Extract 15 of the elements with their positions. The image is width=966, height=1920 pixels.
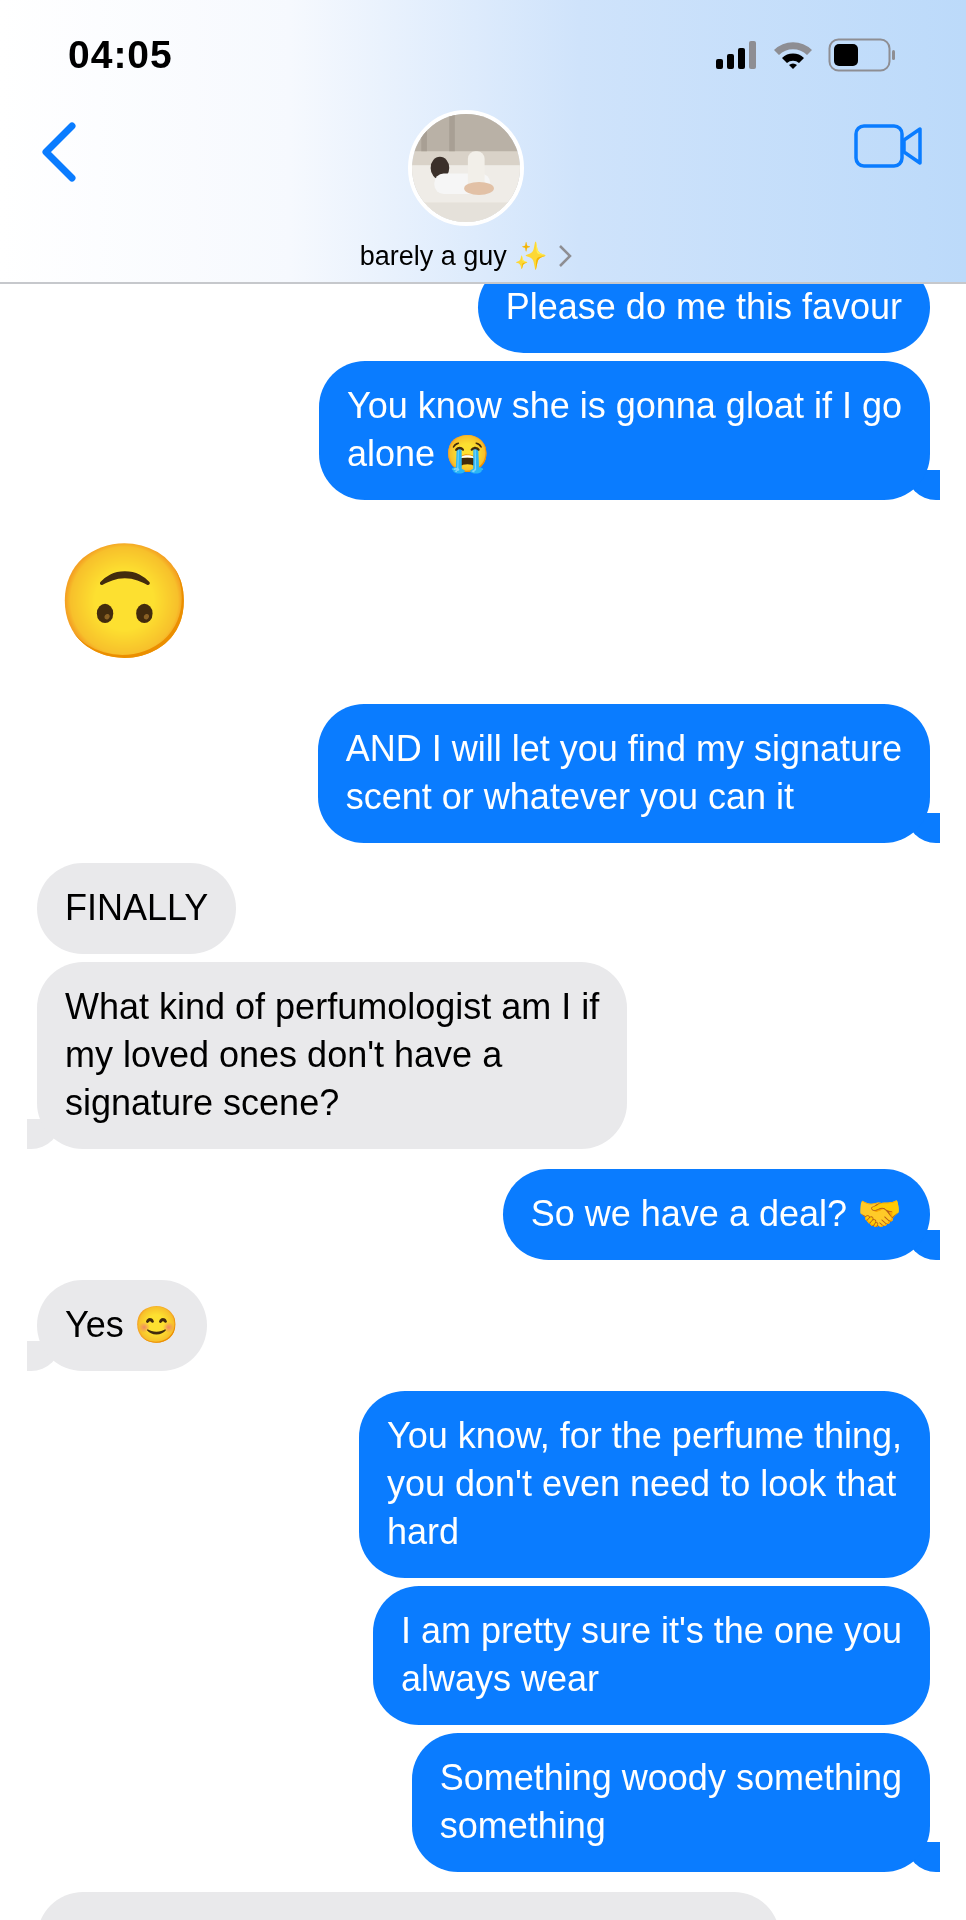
back-icon[interactable] <box>40 120 78 184</box>
chevron-right-icon <box>558 244 573 268</box>
received-message: What kind of perfumologist am I if my loved ones don't have a signature scene? <box>27 962 628 1149</box>
video-camera-icon[interactable] <box>854 124 924 168</box>
wifi-icon <box>772 40 814 70</box>
received-message: Yes 😊 <box>27 1280 207 1371</box>
emoji-message: 🙃 <box>55 540 194 664</box>
status-time: 04:05 <box>68 33 173 77</box>
sent-message: So we have a deal? 🤝 <box>502 1169 940 1260</box>
contact-name[interactable]: barely a guy ✨ <box>359 240 549 272</box>
sent-message: Something woody something something <box>411 1733 940 1872</box>
battery-icon <box>828 38 896 72</box>
sent-message: AND I will let you find my signature scent or whatever you can it <box>317 704 940 843</box>
signal-icon <box>716 41 758 69</box>
sent-message: You know she is gonna gloat if I go alone 😭 <box>318 361 940 500</box>
